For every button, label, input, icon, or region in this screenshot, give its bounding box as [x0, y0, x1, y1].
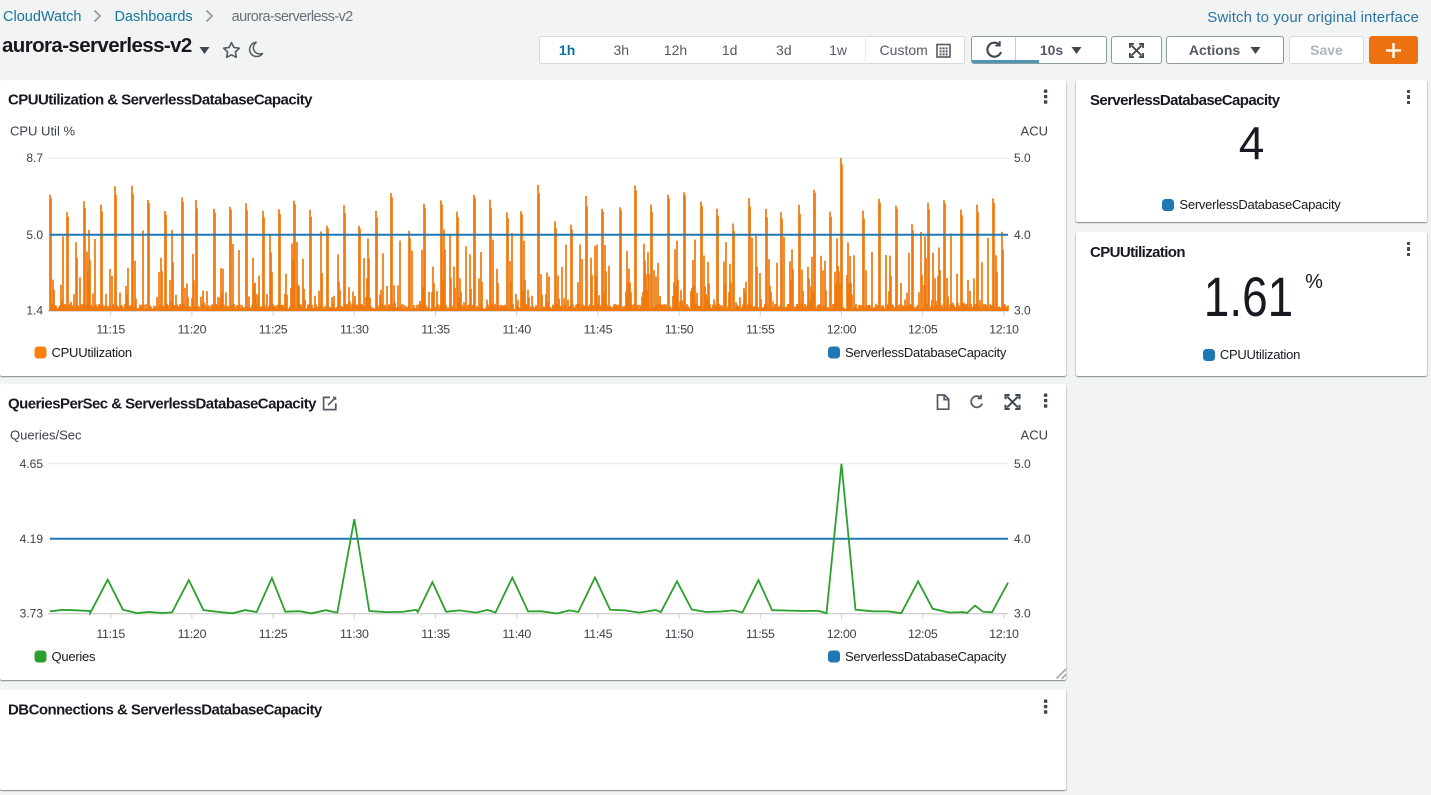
svg-text:CPUUtilization & ServerlessDat: CPUUtilization & ServerlessDatabaseCapac…: [8, 92, 313, 109]
svg-text:11:55: 11:55: [746, 323, 775, 337]
svg-text:DBConnections & ServerlessData: DBConnections & ServerlessDatabaseCapaci…: [8, 702, 323, 719]
svg-text:ACU: ACU: [1021, 428, 1048, 443]
svg-text:12:10: 12:10: [989, 323, 1019, 337]
svg-text:11:45: 11:45: [584, 627, 613, 641]
svg-text:4.0: 4.0: [1014, 532, 1031, 546]
svg-text:12:05: 12:05: [908, 323, 938, 337]
svg-text:QueriesPerSec & ServerlessData: QueriesPerSec & ServerlessDatabaseCapaci…: [8, 396, 317, 413]
svg-text:4.0: 4.0: [1014, 228, 1031, 242]
svg-text:5.0: 5.0: [1014, 457, 1031, 471]
svg-text:ServerlessDatabaseCapacity: ServerlessDatabaseCapacity: [845, 345, 1007, 360]
svg-text:11:25: 11:25: [259, 323, 288, 337]
svg-text:11:50: 11:50: [665, 627, 694, 641]
svg-text:ACU: ACU: [1021, 124, 1048, 139]
svg-text:CPU Util %: CPU Util %: [10, 124, 75, 139]
svg-text:11:30: 11:30: [340, 323, 369, 337]
svg-text:11:25: 11:25: [259, 627, 288, 641]
svg-text:8.7: 8.7: [26, 151, 43, 165]
svg-text:CPUUtilization: CPUUtilization: [52, 345, 132, 360]
svg-text:11:40: 11:40: [502, 627, 531, 641]
svg-text:12:00: 12:00: [827, 627, 857, 641]
svg-text:1.4: 1.4: [26, 304, 43, 318]
svg-text:5.0: 5.0: [1014, 151, 1031, 165]
svg-text:Queries/Sec: Queries/Sec: [10, 428, 82, 443]
svg-text:ServerlessDatabaseCapacity: ServerlessDatabaseCapacity: [845, 649, 1007, 664]
svg-text:3.73: 3.73: [20, 606, 44, 620]
svg-text:11:15: 11:15: [96, 627, 125, 641]
svg-text:12:10: 12:10: [989, 627, 1019, 641]
svg-text:11:45: 11:45: [584, 323, 613, 337]
svg-text:11:50: 11:50: [665, 323, 694, 337]
svg-text:11:35: 11:35: [421, 323, 450, 337]
svg-text:11:20: 11:20: [178, 627, 207, 641]
svg-text:4.19: 4.19: [20, 532, 44, 546]
svg-text:5.0: 5.0: [26, 228, 43, 242]
svg-text:3.0: 3.0: [1014, 304, 1031, 318]
svg-text:12:05: 12:05: [908, 627, 938, 641]
svg-text:11:15: 11:15: [96, 323, 125, 337]
svg-text:4.65: 4.65: [20, 457, 44, 471]
svg-text:3.0: 3.0: [1014, 606, 1031, 620]
svg-text:11:35: 11:35: [421, 627, 450, 641]
svg-text:11:55: 11:55: [746, 627, 775, 641]
svg-text:12:00: 12:00: [827, 323, 857, 337]
svg-text:11:40: 11:40: [502, 323, 531, 337]
svg-text:11:30: 11:30: [340, 627, 369, 641]
svg-text:11:20: 11:20: [178, 323, 207, 337]
svg-text:Queries: Queries: [52, 649, 97, 664]
